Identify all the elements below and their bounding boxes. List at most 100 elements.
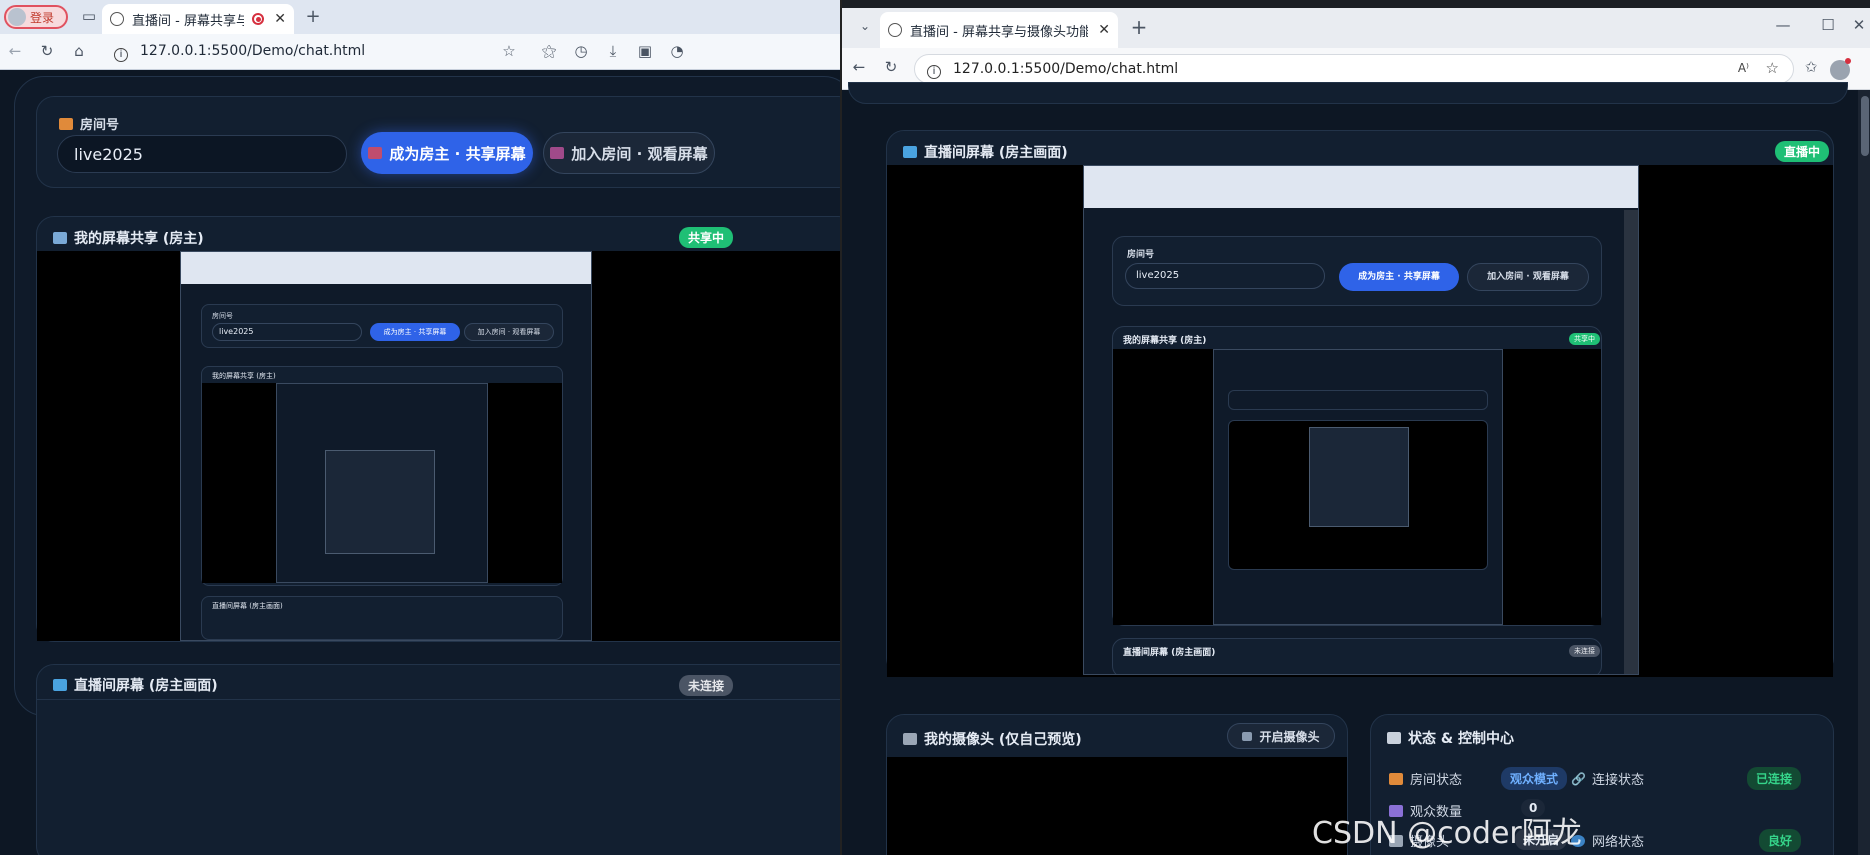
address-bar[interactable]: i 127.0.0.1:5500/Demo/chat.html A⁾ ☆ [914,54,1794,84]
captured-share-panel: 我的屏幕共享 (房主) [201,366,563,586]
globe-icon [110,12,124,26]
login-label: 登录 [30,10,55,25]
preview-live-panel: 直播间屏幕 (房主画面) 未连接 [1112,638,1602,674]
link-icon: 🔗 [1571,771,1586,786]
tab-actions-icon[interactable]: ⌄ [854,19,876,33]
host-share-label: 成为房主 · 共享屏幕 [389,144,526,163]
new-tab-icon[interactable]: + [1128,15,1150,39]
status-network-row: 网络状态 [1571,831,1644,850]
preview-live-title: 直播间屏幕 (房主画面) [1123,648,1216,658]
page-content: 直播间屏幕 (房主画面) 直播中 房间号 live2025 成为房主 · 共享屏… [842,82,1870,855]
address-bar[interactable]: i 127.0.0.1:5500/Demo/chat.html [114,43,365,62]
camera-title: 我的摄像头 (仅自己预览) [924,732,1082,748]
back-icon[interactable]: ← [848,58,870,76]
network-pill: 良好 [1759,829,1802,852]
maximize-icon[interactable]: ☐ [1817,16,1839,34]
start-camera-button[interactable]: 开启摄像头 [1227,723,1335,749]
reload-icon[interactable]: ↻ [880,58,902,76]
minimize-icon[interactable]: — [1772,16,1794,34]
watermark: CSDN @coder阿龙 [1312,816,1582,851]
status-room-row: 房间状态 [1389,769,1462,788]
captured-room-label: 房间号 [212,312,233,320]
preview-share-panel: 我的屏幕共享 (房主) 共享中 [1112,326,1602,626]
preview-host-button: 成为房主 · 共享屏幕 [1339,263,1459,291]
film-icon [368,147,383,159]
room-label-row: 房间号 [59,114,119,133]
recording-icon [252,13,265,25]
captured-screen-preview: 房间号 live2025 成为房主 · 共享屏幕 加入房间 · 观看屏幕 我的屏… [180,251,592,641]
my-share-title-row: 我的屏幕共享 (房主) [53,228,204,248]
info-icon: i [927,64,941,79]
status-title-row: 状态 & 控制中心 [1387,728,1514,748]
favorite-star-icon[interactable]: ☆ [1766,59,1779,77]
divider [37,699,840,700]
captured-join-button: 加入房间 · 观看屏幕 [464,323,554,341]
speaker-icon [1387,732,1401,744]
tab-active[interactable]: 直播间 - 屏幕共享与摄像头 ✕ [102,4,294,34]
status-connection-row: 🔗 连接状态 [1571,769,1644,789]
room-panel: 房间号 live2025 成为房主 · 共享屏幕 加入房间 · 观看屏幕 [36,96,840,188]
preview-nested-screen [1213,349,1503,625]
tab-bar: 登录 ▭ 直播间 - 屏幕共享与摄像头 ✕ + [0,0,840,34]
tab-title: 直播间 - 屏幕共享与摄像头 [132,13,245,29]
desktop-icon [53,679,67,691]
live-screen-title: 直播间屏幕 (房主画面) [74,678,218,694]
read-aloud-icon[interactable]: A⁾ [1738,61,1749,75]
preview-room-input: live2025 [1125,263,1325,289]
join-room-button[interactable]: 加入房间 · 观看屏幕 [543,132,715,174]
avatar-icon [8,8,26,26]
close-window-icon[interactable]: ✕ [1848,16,1870,34]
download-icon[interactable]: ⤓ [602,42,624,60]
info-icon: i [114,48,128,62]
status-network-label: 网络状态 [1592,835,1645,850]
captured-nested-preview [276,383,488,583]
url-text: 127.0.0.1:5500/Demo/chat.html [953,61,1179,77]
status-room-label: 房间状态 [1410,773,1463,788]
page-scrollbar[interactable] [1858,90,1870,855]
preview-nested-room [1228,390,1488,410]
close-tab-icon[interactable]: ✕ [1098,22,1110,38]
reload-icon[interactable]: ↻ [36,42,58,60]
my-share-panel: 我的屏幕共享 (房主) 共享中 房间号 live2025 成为房主 · 共享屏幕… [36,216,840,642]
host-screen-preview: 房间号 live2025 成为房主 · 共享屏幕 加入房间 · 观看屏幕 我的屏… [1083,165,1639,675]
tab-bar: ⌄ 直播间 - 屏幕共享与摄像头功能 ✕ + — ☐ ✕ [842,8,1870,48]
login-button[interactable]: 登录 [4,5,68,29]
camera-panel: 我的摄像头 (仅自己预览) 开启摄像头 [886,714,1348,855]
home-icon[interactable]: ⌂ [68,42,90,60]
star-icon[interactable]: ☆ [498,42,520,60]
browser-window-right: ⌄ 直播间 - 屏幕共享与摄像头功能 ✕ + — ☐ ✕ ← ↻ i 127.0.… [840,0,1870,855]
tab-active[interactable]: 直播间 - 屏幕共享与摄像头功能 ✕ [880,12,1118,48]
notification-dot [1845,58,1851,64]
url-text: 127.0.0.1:5500/Demo/chat.html [140,43,366,59]
camera-video [887,757,1347,855]
sharing-badge: 共享中 [679,227,734,248]
host-share-button[interactable]: 成为房主 · 共享屏幕 [361,132,533,174]
status-title: 状态 & 控制中心 [1408,731,1514,747]
start-camera-label: 开启摄像头 [1259,729,1320,744]
captured-room-input: live2025 [212,323,362,341]
preview-live-badge: 未连接 [1569,645,1600,657]
captured-room-panel: 房间号 live2025 成为房主 · 共享屏幕 加入房间 · 观看屏幕 [201,304,563,348]
performance-icon[interactable]: ◔ [666,42,688,60]
extensions-icon[interactable]: ⚝ [538,42,560,60]
live-screen-title-row: 直播间屏幕 (房主画面) [903,142,1068,162]
captured-host-button: 成为房主 · 共享屏幕 [370,323,460,341]
back-icon[interactable]: ← [4,42,26,60]
live-screen-panel: 直播间屏幕 (房主画面) 直播中 房间号 live2025 成为房主 · 共享屏… [886,130,1834,677]
sidebar-icon[interactable]: ▭ [78,7,100,25]
history-icon[interactable]: ◷ [570,42,592,60]
captured-live-title: 直播间屏幕 (房主画面) [212,602,283,610]
preview-nested-deep [1309,427,1409,527]
browser-window-left: 登录 ▭ 直播间 - 屏幕共享与摄像头 ✕ + ← ↻ ⌂ i 127.0.0.1… [0,0,840,855]
close-tab-icon[interactable]: ✕ [274,11,286,27]
camera-icon [903,733,917,745]
desktop-strip [842,0,1870,8]
scrollbar-thumb[interactable] [1861,96,1869,156]
page-content: 房间号 live2025 成为房主 · 共享屏幕 加入房间 · 观看屏幕 我的屏… [0,70,840,855]
room-label: 房间号 [80,118,120,133]
room-input[interactable]: live2025 [57,135,347,173]
screenshot-icon[interactable]: ▣ [634,42,656,60]
favorites-icon[interactable]: ✩ [1800,58,1822,76]
room-mode-pill: 观众模式 [1501,767,1568,790]
new-tab-icon[interactable]: + [302,6,324,27]
